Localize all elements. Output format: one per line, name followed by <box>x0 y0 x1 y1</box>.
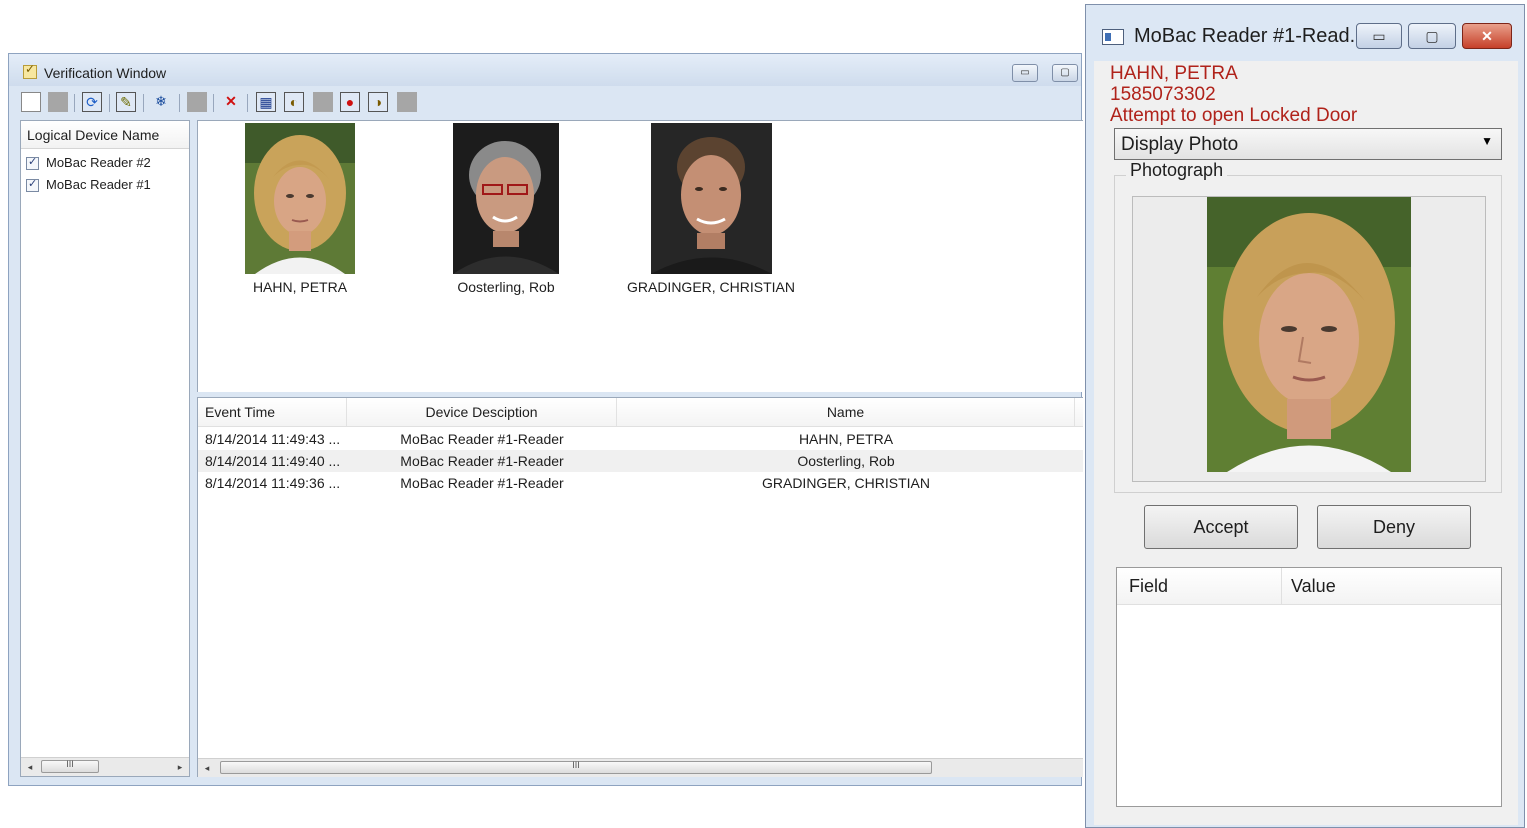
sound-icon[interactable]: ◑ <box>368 92 388 112</box>
device-checkbox[interactable]: ✓ <box>26 178 39 192</box>
device-column-header[interactable]: Logical Device Name <box>21 121 189 149</box>
photo-card[interactable]: HAHN, PETRA <box>244 121 356 301</box>
column-header-event-time[interactable]: Event Time <box>198 398 347 426</box>
person-photo <box>245 123 355 274</box>
disabled-tool-icon <box>48 92 68 112</box>
event-message: Attempt to open Locked Door <box>1110 105 1358 126</box>
column-header-name[interactable]: Name <box>617 398 1075 426</box>
edit-icon[interactable]: ✎ <box>116 92 136 112</box>
photo-frame <box>1132 196 1486 482</box>
title-bar[interactable]: MoBac Reader #1-Read... ▭ ▢ ✕ <box>1086 5 1524 57</box>
photograph-group-label: Photograph <box>1126 160 1228 181</box>
scroll-left-arrow[interactable]: ◂ <box>200 760 214 776</box>
photo-card[interactable]: Oosterling, Rob <box>452 121 560 301</box>
snowflake-icon[interactable]: ❄ <box>151 92 171 112</box>
scroll-thumb[interactable]: III <box>220 760 932 774</box>
person-photo <box>453 123 559 274</box>
maximize-button[interactable]: ▢ <box>1052 64 1078 82</box>
maximize-button[interactable]: ▢ <box>1408 23 1456 49</box>
table-row[interactable]: 8/14/2014 11:49:36 ... MoBac Reader #1-R… <box>198 472 1083 494</box>
scroll-thumb[interactable]: III <box>41 759 99 773</box>
column-header-value[interactable]: Value <box>1291 576 1336 597</box>
disabled-tool-icon <box>313 92 333 112</box>
table-row[interactable]: 8/14/2014 11:49:43 ... MoBac Reader #1-R… <box>198 428 1083 450</box>
table-row[interactable]: 8/14/2014 11:49:40 ... MoBac Reader #1-R… <box>198 450 1083 472</box>
window-title: MoBac Reader #1-Read... <box>1134 25 1367 47</box>
audio-icon[interactable]: ◐ <box>284 92 304 112</box>
title-bar[interactable]: Verification Window ▭ ▢ <box>9 54 1081 86</box>
column-header-field[interactable]: Field <box>1129 576 1168 597</box>
new-icon[interactable] <box>21 92 41 112</box>
card-number: 1585073302 <box>1110 84 1216 105</box>
reader-window: MoBac Reader #1-Read... ▭ ▢ ✕ HAHN, PETR… <box>1085 4 1525 828</box>
photo-card[interactable]: GRADINGER, CHRISTIAN <box>627 121 795 301</box>
device-checkbox[interactable]: ✓ <box>26 156 39 170</box>
disabled-tool-icon <box>187 92 207 112</box>
photo-caption: GRADINGER, CHRISTIAN <box>626 279 795 295</box>
scroll-right-arrow[interactable]: ▸ <box>173 759 187 775</box>
field-value-grid[interactable]: Field Value <box>1116 567 1502 807</box>
window-title: Verification Window <box>44 65 167 81</box>
event-list-header: Event Time Device Desciption Name <box>198 398 1083 427</box>
checklist-icon <box>23 62 37 79</box>
deny-button[interactable]: Deny <box>1317 505 1471 549</box>
event-list: Event Time Device Desciption Name 8/14/2… <box>197 397 1083 777</box>
window-icon <box>1102 29 1124 45</box>
event-horizontal-scrollbar[interactable]: ◂ III <box>198 758 1083 777</box>
display-mode-select[interactable]: Display Photo ▼ <box>1114 128 1502 160</box>
accept-button[interactable]: Accept <box>1144 505 1298 549</box>
photo-strip: HAHN, PETRA Oosterling, Rob GRADINGER, C… <box>197 120 1083 392</box>
disabled-tool-icon <box>397 92 417 112</box>
minimize-button[interactable]: ▭ <box>1356 23 1402 49</box>
scan-icon[interactable]: ▦ <box>256 92 276 112</box>
minimize-button[interactable]: ▭ <box>1012 64 1038 82</box>
person-photo <box>650 123 772 274</box>
chevron-down-icon: ▼ <box>1481 134 1493 148</box>
close-button[interactable]: ✕ <box>1462 23 1512 49</box>
grid-header: Field Value <box>1117 568 1501 605</box>
refresh-icon[interactable]: ⟳ <box>82 92 102 112</box>
stop-record-icon[interactable]: ● <box>340 92 360 112</box>
scroll-left-arrow[interactable]: ◂ <box>23 759 37 775</box>
device-panel: Logical Device Name ✓ MoBac Reader #2 ✓ … <box>20 120 190 777</box>
person-name: HAHN, PETRA <box>1110 63 1238 84</box>
column-header-device[interactable]: Device Desciption <box>347 398 617 426</box>
toolbar: ⟳ ✎ ❄ ✕ ▦ ◐ ● ◑ <box>9 88 1081 116</box>
verification-window: Verification Window ▭ ▢ ⟳ ✎ ❄ ✕ ▦ ◐ ● ◑ … <box>8 53 1083 786</box>
photo-caption: Oosterling, Rob <box>457 279 555 295</box>
device-horizontal-scrollbar[interactable]: ◂ III ▸ <box>21 757 189 776</box>
delete-icon[interactable]: ✕ <box>221 92 241 112</box>
person-photo <box>1207 197 1411 472</box>
photo-caption: HAHN, PETRA <box>252 279 348 295</box>
